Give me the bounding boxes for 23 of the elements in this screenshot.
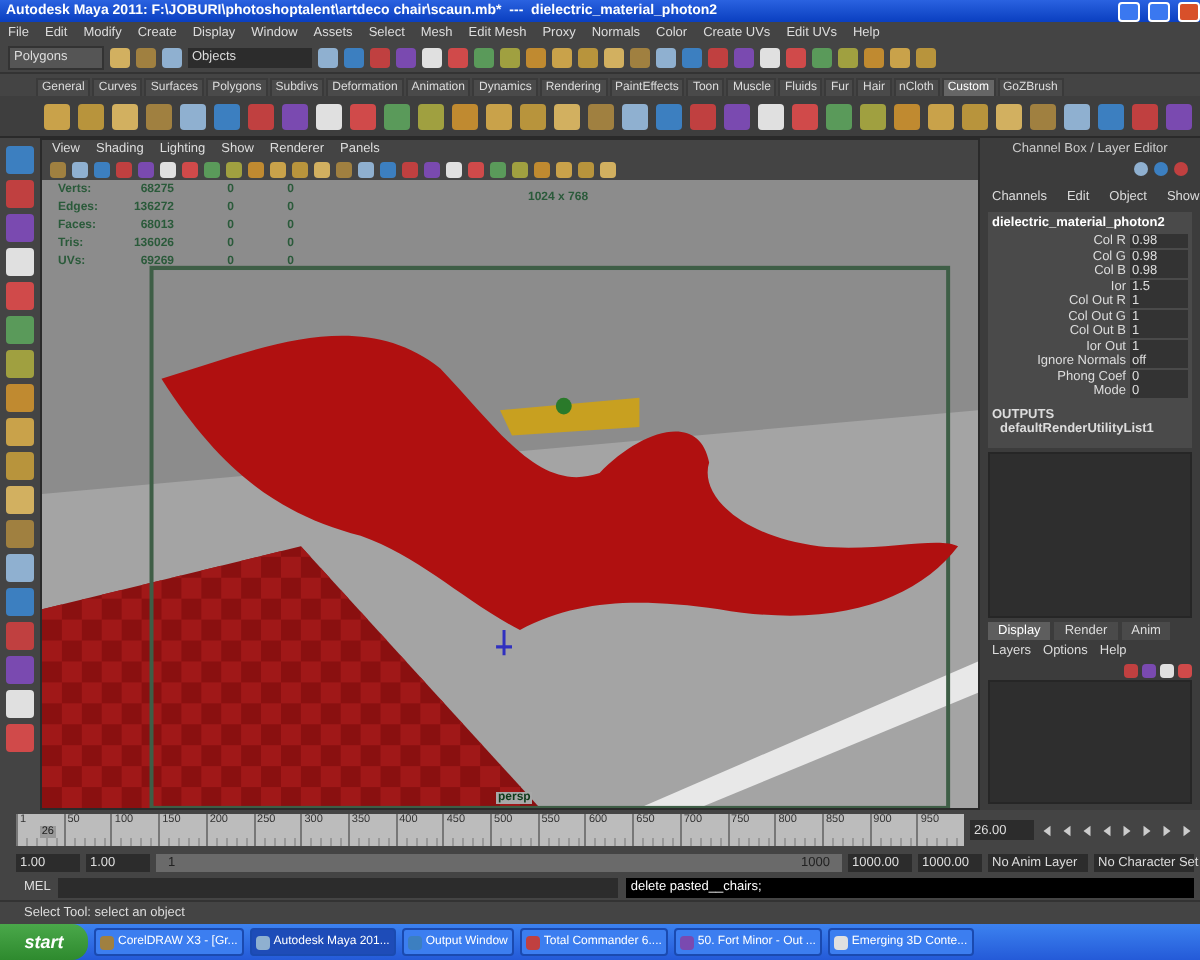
close-button[interactable]: [1178, 1, 1200, 21]
shelf-tool-icon[interactable]: [894, 103, 920, 129]
shelf-tool-icon[interactable]: [78, 103, 104, 129]
shelf-tool-icon[interactable]: [486, 103, 512, 129]
shelf-tool-icon[interactable]: [44, 103, 70, 129]
shelf-tool-icon[interactable]: [180, 103, 206, 129]
shelf-tool-icon[interactable]: [996, 103, 1022, 129]
shelf-tool-icon[interactable]: [452, 103, 478, 129]
maximize-button[interactable]: [1148, 1, 1170, 21]
shelf-tool-icon[interactable]: [1064, 103, 1090, 129]
shelf-tool-icon[interactable]: [758, 103, 784, 129]
shelf-tool-icon[interactable]: [112, 103, 138, 129]
start-button[interactable]: start: [0, 924, 88, 960]
command-input-field[interactable]: [58, 877, 619, 897]
shelf-tool-icon[interactable]: [316, 103, 342, 129]
shelf-tool-icon[interactable]: [520, 103, 546, 129]
shelf-tool-icon[interactable]: [860, 103, 886, 129]
minimize-button[interactable]: [1118, 1, 1140, 21]
shelf-tool-icon[interactable]: [622, 103, 648, 129]
shelf-tool-icon[interactable]: [554, 103, 580, 129]
shelf-tool-icon[interactable]: [418, 103, 444, 129]
shelf-tool-icon[interactable]: [928, 103, 954, 129]
shelf-tool-icon[interactable]: [962, 103, 988, 129]
